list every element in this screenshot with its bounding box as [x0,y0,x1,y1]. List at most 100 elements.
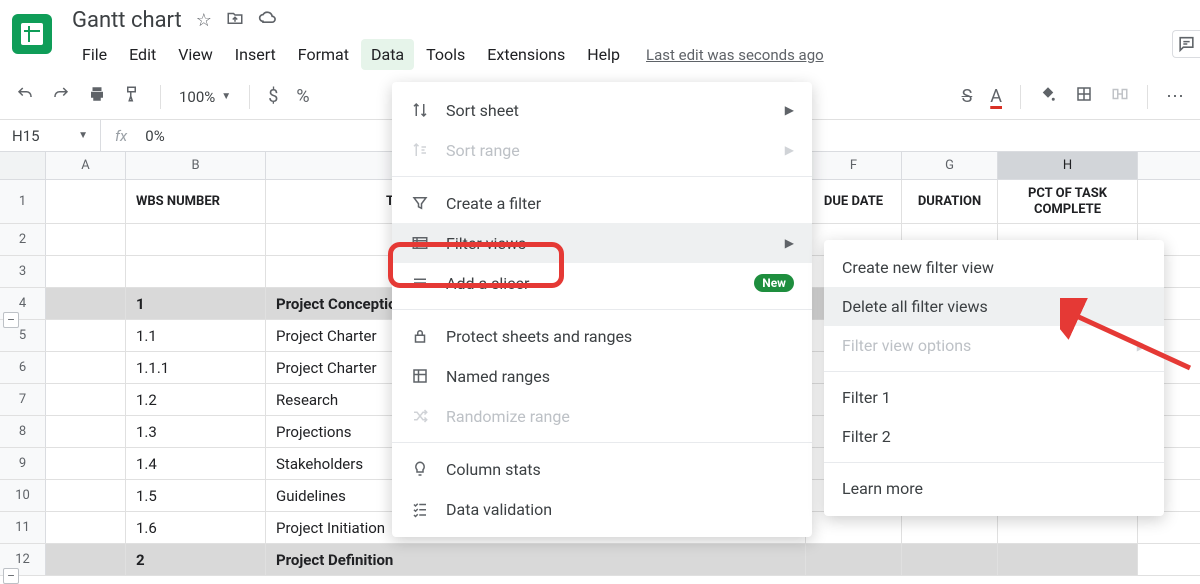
comment-history-icon[interactable] [1172,30,1200,58]
submenu-saved-filter[interactable]: Filter 2 [824,417,1164,456]
zoom-selector[interactable]: 100% ▼ [179,88,231,106]
text-color-icon[interactable]: A [990,86,1002,107]
cell-wbs[interactable]: 1 [126,288,266,319]
col-header-g[interactable]: G [902,152,998,179]
submenu-saved-filter[interactable]: Filter 1 [824,378,1164,417]
col-header-b[interactable]: B [126,152,266,179]
strikethrough-icon[interactable]: S [962,86,973,107]
menu-item-label: Filter 2 [842,427,891,446]
redo-icon[interactable] [52,85,70,108]
col-header-h[interactable]: H [998,152,1138,179]
sort-range-icon [410,140,430,160]
document-title[interactable]: Gantt chart [72,8,182,33]
cell-wbs[interactable]: 1.1 [126,320,266,351]
menu-help[interactable]: Help [577,39,630,70]
cell[interactable] [46,384,126,415]
menu-edit[interactable]: Edit [119,39,166,70]
menu-add-slicer[interactable]: Add a slicer New [392,263,812,303]
borders-icon[interactable] [1075,85,1093,108]
menu-data[interactable]: Data [361,39,414,70]
cell[interactable] [46,180,126,223]
submenu-create-filter-view[interactable]: Create new filter view [824,248,1164,287]
menu-named-ranges[interactable]: Named ranges [392,356,812,396]
menu-separator [392,176,812,177]
print-icon[interactable] [88,85,106,108]
last-edit-link[interactable]: Last edit was seconds ago [646,46,824,64]
cell[interactable] [902,544,998,575]
row-header[interactable]: 2 [0,224,46,255]
cell-wbs[interactable]: 1.4 [126,448,266,479]
row-header[interactable]: 9 [0,448,46,479]
row-header[interactable]: 8 [0,416,46,447]
filter-views-submenu: Create new filter view Delete all filter… [824,240,1164,516]
cell[interactable] [46,288,126,319]
menu-create-filter[interactable]: Create a filter [392,183,812,223]
cell[interactable] [46,512,126,543]
cell-wbs[interactable]: 1.1.1 [126,352,266,383]
menu-data-validation[interactable]: Data validation [392,489,812,529]
menu-sort-sheet[interactable]: Sort sheet ▶ [392,90,812,130]
paint-format-icon[interactable] [124,85,142,108]
menu-column-stats[interactable]: Column stats [392,449,812,489]
undo-icon[interactable] [16,85,34,108]
header-duration[interactable]: DURATION [902,180,998,223]
cell-wbs[interactable] [126,256,266,287]
col-header-a[interactable]: A [46,152,126,179]
cell[interactable] [46,480,126,511]
row-header[interactable]: 6 [0,352,46,383]
cell-wbs[interactable]: 1.3 [126,416,266,447]
currency-format-icon[interactable]: $ [268,86,278,107]
cell-wbs[interactable]: 1.2 [126,384,266,415]
cell[interactable] [46,256,126,287]
formula-value[interactable]: 0% [141,127,164,145]
cell[interactable] [806,544,902,575]
row-header[interactable]: 1 [0,180,46,223]
cell[interactable] [46,352,126,383]
select-all-corner[interactable] [0,152,46,179]
row-header[interactable]: 3 [0,256,46,287]
cell-wbs[interactable]: 2 [126,544,266,575]
cell-task-title[interactable]: Project Definition [266,544,806,575]
more-toolbar-icon[interactable]: ⋯ [1166,86,1184,107]
menu-file[interactable]: File [72,39,117,70]
menu-filter-views[interactable]: Filter views ▶ [392,223,812,263]
header-pct-complete[interactable]: PCT OF TASK COMPLETE [998,180,1138,223]
cell[interactable] [806,512,902,543]
submenu-learn-more[interactable]: Learn more [824,469,1164,508]
menu-insert[interactable]: Insert [225,39,286,70]
header-due-date[interactable]: DUE DATE [806,180,902,223]
row-header[interactable]: 10 [0,480,46,511]
cell-wbs[interactable]: 1.6 [126,512,266,543]
group-collapse-handle[interactable]: – [3,568,19,584]
row-header[interactable]: 7 [0,384,46,415]
cell[interactable] [902,512,998,543]
cell[interactable] [46,416,126,447]
menu-protect-sheets[interactable]: Protect sheets and ranges [392,316,812,356]
row-header[interactable]: 11 [0,512,46,543]
cell[interactable] [46,544,126,575]
menu-view[interactable]: View [168,39,223,70]
header-wbs[interactable]: WBS NUMBER [126,180,266,223]
fill-color-icon[interactable] [1039,85,1057,108]
cell[interactable] [998,512,1138,543]
menu-format[interactable]: Format [288,39,359,70]
move-icon[interactable] [226,9,244,32]
percent-format-icon[interactable]: % [296,86,309,107]
cloud-status-icon[interactable] [258,8,278,33]
cell-wbs[interactable]: 1.5 [126,480,266,511]
name-box[interactable]: H15 ▼ [0,127,100,145]
merge-cells-icon[interactable] [1111,85,1129,108]
cell-wbs[interactable] [126,224,266,255]
sheets-logo[interactable] [12,14,52,54]
cell[interactable] [46,320,126,351]
menu-item-label: Create new filter view [842,258,994,277]
group-collapse-handle[interactable]: – [3,312,19,328]
col-header-f[interactable]: F [806,152,902,179]
cell[interactable] [998,544,1138,575]
star-icon[interactable]: ☆ [196,10,212,31]
menu-extensions[interactable]: Extensions [477,39,575,70]
submenu-delete-all-filter-views[interactable]: Delete all filter views [824,287,1164,326]
cell[interactable] [46,448,126,479]
cell[interactable] [46,224,126,255]
menu-tools[interactable]: Tools [416,39,475,70]
